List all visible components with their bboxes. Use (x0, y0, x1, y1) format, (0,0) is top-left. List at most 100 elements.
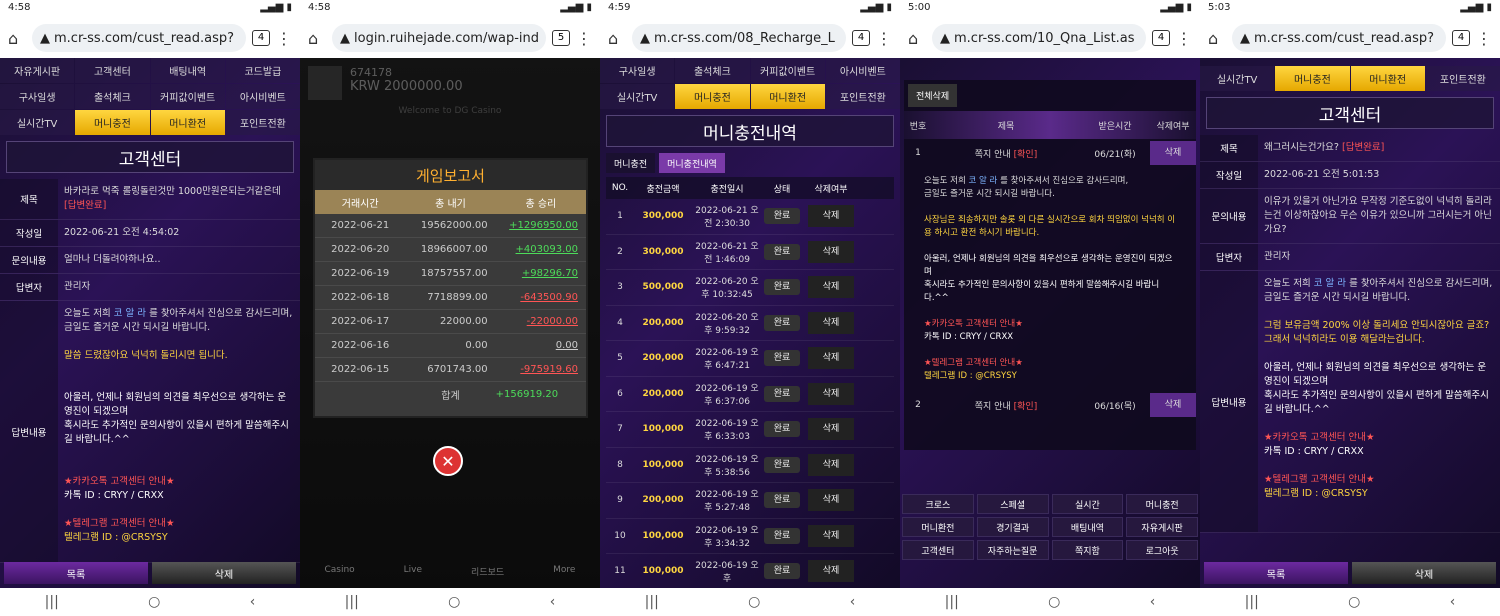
footer-menu-item[interactable]: 머니충전 (1126, 494, 1198, 514)
menu-item[interactable]: 출석체크 (675, 58, 750, 83)
delete-button[interactable]: 삭제 (808, 347, 854, 370)
more-menu-icon[interactable]: ⋮ (276, 29, 292, 48)
home-icon[interactable]: ⌂ (908, 29, 926, 48)
more-menu-icon[interactable]: ⋮ (576, 29, 592, 48)
home-icon[interactable]: ⌂ (608, 29, 626, 48)
delete-button[interactable]: 삭제 (808, 489, 854, 512)
footer-menu-item[interactable]: 머니환전 (902, 517, 974, 537)
address-bar[interactable]: ▲ m.cr-ss.com/cust_read.asp? (1232, 24, 1446, 52)
menu-item[interactable]: 실시간TV (1200, 66, 1275, 91)
tab-count-button[interactable]: 5 (552, 30, 570, 46)
delete-button[interactable]: 삭제 (808, 560, 854, 583)
home-icon[interactable]: ⌂ (8, 29, 26, 48)
menu-item[interactable]: 자유게시판 (0, 58, 75, 83)
home-icon[interactable]: ⌂ (308, 29, 326, 48)
table-row: 1 쪽지 안내 [확인] 06/21(화) 삭제 (904, 139, 1196, 167)
address-bar[interactable]: ▲ m.cr-ss.com/cust_read.asp? (32, 24, 246, 52)
more-menu-icon[interactable]: ⋮ (1176, 29, 1192, 48)
address-bar[interactable]: ▲ login.ruihejade.com/wap-ind (332, 24, 546, 52)
delete-button[interactable]: 삭제 (808, 276, 854, 299)
tab-recharge-history[interactable]: 머니충전내역 (659, 153, 725, 173)
delete-button[interactable]: 삭제 (808, 311, 854, 334)
menu-item[interactable]: 머니충전 (675, 84, 750, 109)
menu-item[interactable]: 고객센터 (75, 58, 150, 83)
menu-item[interactable]: 머니환전 (150, 110, 225, 135)
menu-item[interactable]: 구사일생 (600, 58, 675, 83)
close-icon[interactable]: ✕ (433, 446, 463, 476)
menu-item[interactable]: 코드발급 (225, 58, 300, 83)
message-body: 오늘도 저희 코 알 라 를 찾아주셔서 진심으로 감사드리며, 금일도 즐거운 … (924, 176, 1176, 381)
delete-button[interactable]: 삭제 (152, 562, 296, 584)
tab-count-button[interactable]: 4 (1452, 30, 1470, 46)
menu-item[interactable]: 커피값이벤트 (150, 84, 225, 109)
delete-button[interactable]: 삭제 (808, 524, 854, 547)
back-icon[interactable]: ‹ (250, 594, 256, 610)
menu-item[interactable]: 포인트전환 (1425, 66, 1500, 91)
home-nav-icon[interactable]: ○ (748, 594, 760, 610)
back-icon[interactable]: ‹ (550, 594, 556, 610)
menu-item[interactable]: 머니환전 (1350, 66, 1425, 91)
menu-item[interactable]: 아시비벤트 (825, 58, 900, 83)
home-nav-icon[interactable]: ○ (1048, 594, 1060, 610)
recents-icon[interactable]: ||| (345, 594, 359, 610)
home-nav-icon[interactable]: ○ (1348, 594, 1360, 610)
list-button[interactable]: 목록 (4, 562, 148, 584)
menu-item[interactable]: 머니충전 (75, 110, 150, 135)
tab-count-button[interactable]: 4 (1152, 30, 1170, 46)
footer-menu-item[interactable]: 실시간 (1051, 494, 1124, 514)
delete-button[interactable]: 삭제 (808, 205, 854, 228)
menu-item[interactable]: 머니충전 (1275, 66, 1350, 91)
menu-item[interactable]: 커피값이벤트 (750, 58, 825, 83)
delete-button[interactable]: 삭제 (808, 382, 854, 405)
delete-button[interactable]: 삭제 (808, 240, 854, 263)
delete-button[interactable]: 삭제 (1352, 562, 1496, 584)
nav-leaderboard[interactable]: 리드보드 (471, 565, 504, 578)
more-menu-icon[interactable]: ⋮ (1476, 29, 1492, 48)
home-nav-icon[interactable]: ○ (448, 594, 460, 610)
footer-menu-item[interactable]: 로그아웃 (1126, 540, 1198, 560)
nav-casino[interactable]: Casino (324, 565, 354, 578)
signal-icon: ▂▄▆ ▮ (1160, 2, 1192, 13)
delete-button[interactable]: 삭제 (1150, 141, 1196, 165)
recents-icon[interactable]: ||| (645, 594, 659, 610)
footer-menu-item[interactable]: 스페셜 (976, 494, 1049, 514)
tab-count-button[interactable]: 4 (252, 30, 270, 46)
delete-button[interactable]: 삭제 (1150, 393, 1196, 417)
tab-recharge[interactable]: 머니충전 (606, 153, 656, 173)
address-bar[interactable]: ▲ m.cr-ss.com/08_Recharge_L (632, 24, 846, 52)
back-icon[interactable]: ‹ (1450, 594, 1456, 610)
back-icon[interactable]: ‹ (850, 594, 856, 610)
delete-button[interactable]: 삭제 (808, 418, 854, 441)
home-nav-icon[interactable]: ○ (148, 594, 160, 610)
menu-item[interactable]: 머니환전 (750, 84, 825, 109)
home-icon[interactable]: ⌂ (1208, 29, 1226, 48)
browser-toolbar: ⌂ ▲ m.cr-ss.com/10_Qna_List.as 4 ⋮ (900, 18, 1200, 58)
back-icon[interactable]: ‹ (1150, 594, 1156, 610)
menu-item[interactable]: 실시간TV (600, 84, 675, 109)
more-menu-icon[interactable]: ⋮ (876, 29, 892, 48)
footer-menu-item[interactable]: 고객센터 (902, 540, 974, 560)
menu-item[interactable]: 포인트전환 (225, 110, 300, 135)
menu-item[interactable]: 배팅내역 (150, 58, 225, 83)
nav-more[interactable]: More (553, 565, 575, 578)
list-button[interactable]: 목록 (1204, 562, 1348, 584)
menu-item[interactable]: 아시비벤트 (225, 84, 300, 109)
address-bar[interactable]: ▲ m.cr-ss.com/10_Qna_List.as (932, 24, 1146, 52)
delete-all-button[interactable]: 전체삭제 (908, 84, 958, 107)
recents-icon[interactable]: ||| (1245, 594, 1259, 610)
menu-item[interactable]: 구사일생 (0, 84, 75, 109)
footer-menu-item[interactable]: 자유게시판 (1126, 517, 1198, 537)
footer-menu-item[interactable]: 배팅내역 (1051, 517, 1124, 537)
recents-icon[interactable]: ||| (945, 594, 959, 610)
footer-menu-item[interactable]: 쪽지함 (1051, 540, 1124, 560)
menu-item[interactable]: 출석체크 (75, 84, 150, 109)
footer-menu-item[interactable]: 경기결과 (976, 517, 1049, 537)
delete-button[interactable]: 삭제 (808, 453, 854, 476)
tab-count-button[interactable]: 4 (852, 30, 870, 46)
menu-item[interactable]: 실시간TV (0, 110, 75, 135)
recents-icon[interactable]: ||| (45, 594, 59, 610)
footer-menu-item[interactable]: 자주하는질문 (976, 540, 1049, 560)
menu-item[interactable]: 포인트전환 (825, 84, 900, 109)
nav-live[interactable]: Live (404, 565, 422, 578)
footer-menu-item[interactable]: 크로스 (902, 494, 974, 514)
